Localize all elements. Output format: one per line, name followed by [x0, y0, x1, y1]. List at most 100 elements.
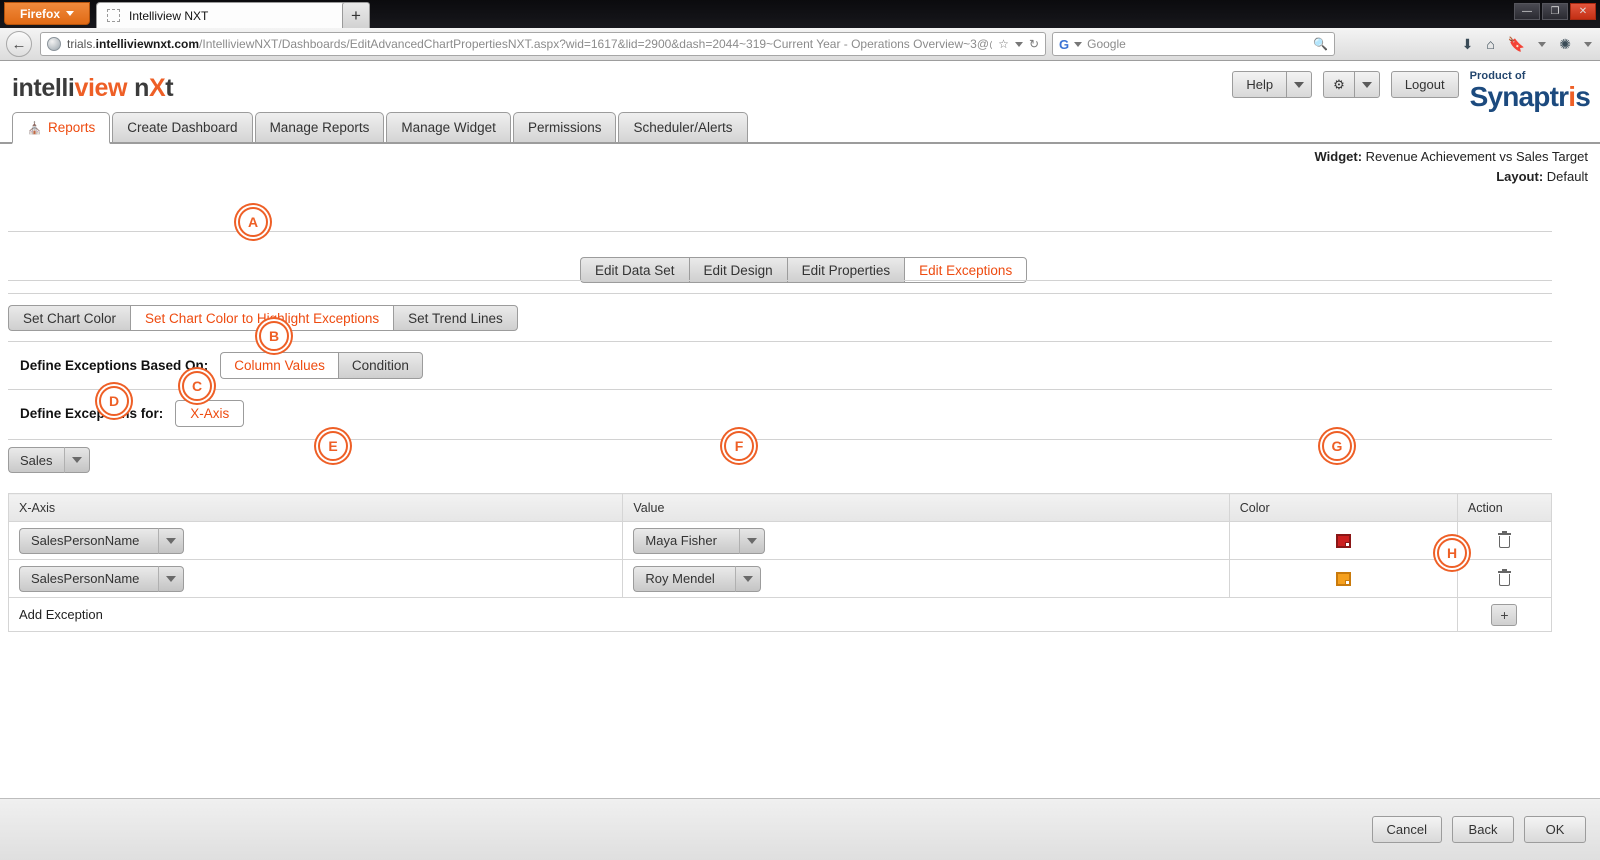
trash-icon[interactable]	[1498, 571, 1511, 586]
bookmark-star-icon[interactable]: ☆	[998, 37, 1009, 51]
add-exception-button[interactable]: +	[1491, 604, 1517, 626]
tab-reports[interactable]: ⛪ Reports	[12, 112, 110, 144]
annotation-marker-g: G	[1322, 431, 1352, 461]
gear-button[interactable]: ⚙	[1323, 71, 1354, 98]
logo-part-intelli: intelli	[12, 74, 74, 102]
series-dropdown[interactable]: Sales	[8, 447, 90, 473]
google-icon: G	[1059, 37, 1069, 52]
dropdown-arrow[interactable]	[159, 528, 184, 554]
back-arrow-icon: ←	[12, 36, 27, 53]
dropdown-arrow[interactable]	[736, 566, 761, 592]
logo-part-t: t	[165, 74, 173, 102]
chevron-down-icon[interactable]	[1074, 42, 1082, 47]
favicon-icon	[107, 9, 120, 22]
help-dropdown-button[interactable]	[1286, 71, 1312, 98]
button-label: Set Chart Color	[23, 311, 116, 326]
color-swatch-wrapper[interactable]	[1230, 572, 1457, 586]
tab-label: Manage Reports	[270, 120, 370, 135]
exceptions-table: X-Axis Value Color Action SalesPersonNam…	[8, 493, 1552, 632]
dropdown-label: SalesPersonName	[19, 566, 159, 592]
annotation-marker-e: E	[318, 431, 348, 461]
address-bar[interactable]: trials.intelliviewnxt.com/IntelliviewNXT…	[40, 32, 1046, 56]
button-label: OK	[1546, 822, 1565, 837]
app-container: intelliviewnXt Help ⚙ Logout Product of …	[0, 61, 1600, 860]
cell-x-axis: SalesPersonName	[9, 560, 623, 598]
tab-manage-reports[interactable]: Manage Reports	[255, 112, 385, 142]
widget-value: Revenue Achievement vs Sales Target	[1366, 149, 1588, 164]
chevron-down-icon	[747, 538, 757, 544]
button-label: Condition	[352, 358, 409, 373]
x-axis-column-dropdown[interactable]: SalesPersonName	[19, 566, 184, 592]
series-dropdown-arrow[interactable]	[65, 447, 90, 473]
tab-manage-widget[interactable]: Manage Widget	[386, 112, 511, 142]
footer-actions: Cancel Back OK	[0, 798, 1600, 860]
url-text: trials.intelliviewnxt.com/IntelliviewNXT…	[67, 37, 992, 51]
tab-create-dashboard[interactable]: Create Dashboard	[112, 112, 252, 142]
minimize-icon: —	[1522, 6, 1532, 17]
widget-label: Widget:	[1314, 149, 1362, 164]
chevron-down-icon	[166, 576, 176, 582]
settings-dropdown-button[interactable]	[1354, 71, 1380, 98]
bookmarks-icon[interactable]: 🔖	[1508, 36, 1525, 53]
chevron-down-icon[interactable]	[1015, 42, 1023, 47]
swatch-corner-icon	[1345, 542, 1350, 547]
logo-part-x: X	[149, 74, 165, 102]
downloads-icon[interactable]: ⬇	[1462, 36, 1474, 53]
search-bar[interactable]: G Google 🔍	[1052, 32, 1335, 56]
color-swatch[interactable]	[1336, 572, 1351, 586]
maximize-button[interactable]: ❐	[1542, 3, 1568, 20]
set-chart-color-button[interactable]: Set Chart Color	[8, 305, 130, 331]
chevron-down-icon[interactable]	[1584, 42, 1592, 47]
help-button[interactable]: Help	[1232, 71, 1286, 98]
chevron-down-icon[interactable]	[1538, 42, 1546, 47]
reload-icon[interactable]: ↻	[1029, 37, 1039, 51]
tab-label: Reports	[48, 120, 95, 135]
window-controls: — ❐ ✕	[1514, 3, 1596, 20]
logo-part-n: n	[134, 74, 149, 102]
color-swatch[interactable]	[1336, 534, 1351, 548]
color-swatch-wrapper[interactable]	[1230, 534, 1457, 548]
column-values-button[interactable]: Column Values	[220, 352, 338, 379]
synaptris-text-a: Synaptr	[1470, 81, 1569, 112]
screen: Firefox Intelliview NXT + — ❐ ✕ ← trials…	[0, 0, 1600, 860]
logout-button[interactable]: Logout	[1391, 71, 1459, 98]
add-exception-label: Add Exception	[9, 598, 1458, 632]
x-axis-column-dropdown[interactable]: SalesPersonName	[19, 528, 184, 554]
settings-split-button[interactable]: ⚙	[1323, 71, 1380, 98]
minimize-button[interactable]: —	[1514, 3, 1540, 20]
tab-scheduler-alerts[interactable]: Scheduler/Alerts	[618, 112, 747, 142]
back-button[interactable]: Back	[1452, 816, 1514, 843]
dropdown-arrow[interactable]	[740, 528, 765, 554]
home-icon[interactable]: ⌂	[1486, 36, 1494, 52]
condition-button[interactable]: Condition	[338, 352, 423, 379]
tab-permissions[interactable]: Permissions	[513, 112, 617, 142]
x-axis-button[interactable]: X-Axis	[175, 400, 244, 427]
help-split-button[interactable]: Help	[1232, 71, 1312, 98]
ok-button[interactable]: OK	[1524, 816, 1586, 843]
new-tab-button[interactable]: +	[342, 2, 370, 28]
tab-label: Create Dashboard	[127, 120, 237, 135]
set-trend-lines-button[interactable]: Set Trend Lines	[393, 305, 518, 331]
button-label: X-Axis	[190, 406, 229, 421]
exceptions-for-label: Define Exceptions for:	[20, 406, 163, 421]
cancel-button[interactable]: Cancel	[1372, 816, 1442, 843]
search-icon[interactable]: 🔍	[1313, 37, 1328, 51]
button-label: Set Chart Color to Highlight Exceptions	[145, 311, 379, 326]
value-dropdown[interactable]: Roy Mendel	[633, 566, 761, 592]
define-exceptions-based-on-row: Define Exceptions Based On: Column Value…	[20, 352, 423, 379]
trash-icon[interactable]	[1498, 533, 1511, 548]
extension-icon[interactable]: ✺	[1559, 36, 1571, 53]
browser-navbar: ← trials.intelliviewnxt.com/IntelliviewN…	[0, 28, 1600, 61]
address-bar-icons: ☆ ↻	[998, 37, 1039, 51]
back-button[interactable]: ←	[6, 31, 32, 57]
browser-tab[interactable]: Intelliview NXT	[96, 2, 349, 28]
close-button[interactable]: ✕	[1570, 3, 1596, 20]
dropdown-arrow[interactable]	[159, 566, 184, 592]
firefox-menu-button[interactable]: Firefox	[4, 2, 90, 25]
button-label: Edit Data Set	[595, 263, 675, 278]
chevron-down-icon	[166, 538, 176, 544]
search-input[interactable]: Google	[1087, 37, 1126, 51]
button-label: Edit Properties	[802, 263, 891, 278]
value-dropdown[interactable]: Maya Fisher	[633, 528, 765, 554]
browser-tab-label: Intelliview NXT	[129, 9, 208, 23]
